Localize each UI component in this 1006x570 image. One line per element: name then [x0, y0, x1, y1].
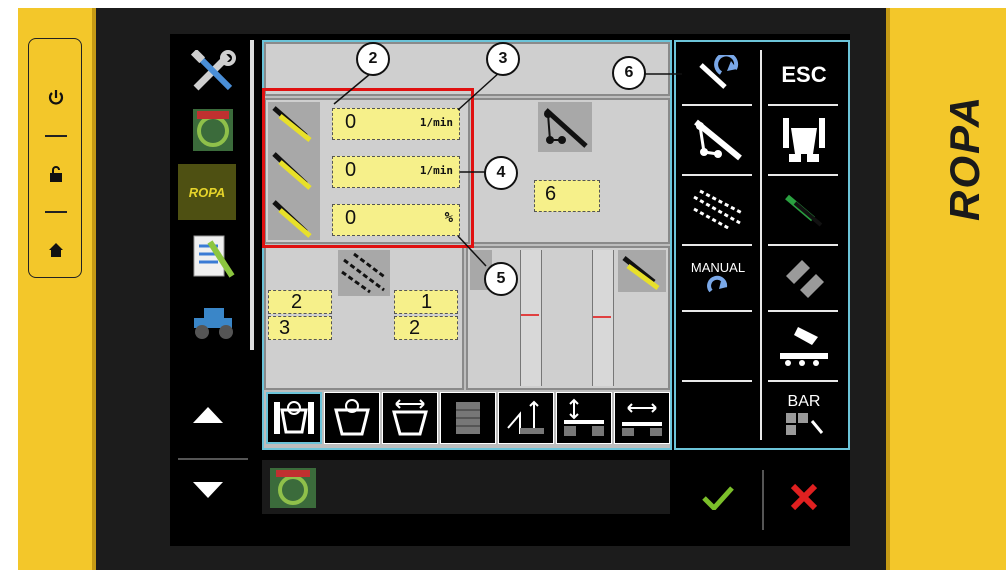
tab-track-width[interactable]	[614, 392, 670, 444]
reverse-cleaner-button[interactable]	[682, 48, 754, 102]
tractor-button[interactable]	[178, 296, 248, 348]
triangle-down-icon	[193, 482, 223, 498]
track-width-icon	[622, 403, 662, 436]
width-arrows-icon	[392, 399, 428, 436]
status-steering-icon-wrap	[268, 466, 326, 510]
height-arrows-icon	[564, 398, 604, 436]
cleaning-rolls-button[interactable]	[682, 178, 754, 240]
power-icon	[48, 90, 64, 105]
ropa-logo-button[interactable]: ROPA	[178, 164, 236, 220]
topper-center-icon	[274, 401, 314, 434]
tools-button[interactable]	[178, 42, 248, 102]
triangle-up-icon	[193, 407, 223, 423]
divider	[682, 174, 752, 176]
tab-depth[interactable]	[498, 392, 554, 444]
reverse-cleaner-icon	[699, 55, 739, 89]
callout-4: 4	[484, 156, 518, 190]
row-a-bottom-value: 3	[279, 317, 291, 339]
callout-5: 5	[484, 262, 518, 296]
callout-6-leader	[644, 73, 682, 75]
crosshatch-icon	[786, 260, 824, 298]
topper-icon	[334, 399, 370, 436]
conveyor-button[interactable]	[768, 316, 840, 376]
manual-label: MANUAL	[690, 259, 746, 275]
divider	[768, 104, 838, 106]
divider	[762, 470, 764, 530]
divider	[760, 50, 762, 440]
callout-2: 2	[356, 42, 390, 76]
topper-button-icon	[783, 118, 825, 162]
row-a-bottom-field[interactable]: 3	[268, 316, 332, 340]
steering-wheel-icon	[270, 468, 316, 508]
elevator-button[interactable]	[682, 108, 754, 170]
separator	[178, 458, 248, 460]
bar-button[interactable]: BAR	[768, 384, 840, 444]
tab-topper-center[interactable]	[266, 392, 322, 444]
bar-label: BAR	[787, 393, 821, 410]
divider	[768, 310, 838, 312]
tab-height[interactable]	[556, 392, 612, 444]
separator	[45, 211, 67, 213]
row-b-bottom-field[interactable]: 2	[394, 316, 458, 340]
close-icon	[790, 483, 818, 511]
tab-grid[interactable]	[440, 392, 496, 444]
callout-3: 3	[486, 42, 520, 76]
manual-reverse-button[interactable]: MANUAL	[682, 248, 754, 306]
divider	[682, 244, 752, 246]
confirm-button[interactable]	[682, 466, 754, 528]
depth-icon	[507, 400, 544, 434]
divider	[674, 448, 850, 450]
checklist-button[interactable]	[178, 226, 248, 286]
home-button[interactable]	[29, 225, 83, 275]
tools-icon	[190, 50, 236, 91]
divider	[682, 104, 752, 106]
unlock-icon	[50, 166, 62, 182]
green-roller-icon	[785, 194, 823, 227]
divider	[674, 40, 676, 450]
cleaning-rolls-icon	[693, 189, 743, 229]
ropa-logo: ROPA	[188, 184, 226, 200]
bar-icon	[786, 413, 824, 435]
checkmark-icon	[702, 486, 734, 510]
steering-button[interactable]	[178, 102, 248, 158]
divider	[768, 174, 838, 176]
row-b-bottom-value: 2	[409, 317, 421, 339]
left-rail	[18, 8, 96, 570]
conveyor-icon	[780, 327, 828, 366]
divider	[682, 310, 752, 312]
divider	[768, 380, 838, 382]
scroll-down-button[interactable]	[178, 470, 238, 510]
divider	[768, 244, 838, 246]
right-level-marker	[593, 316, 611, 318]
callout-6: 6	[612, 56, 646, 90]
crosshatch-button[interactable]	[768, 248, 840, 306]
scroll-up-button[interactable]	[178, 395, 238, 435]
left-level-marker	[521, 314, 539, 316]
esc-button[interactable]: ESC	[768, 48, 840, 102]
reverse-arrow-icon	[707, 275, 728, 292]
topper-button[interactable]	[768, 108, 840, 170]
power-button[interactable]	[29, 73, 83, 123]
tractor-icon	[194, 308, 233, 339]
checklist-icon	[193, 235, 235, 278]
tab-width[interactable]	[382, 392, 438, 444]
hardkey-group	[28, 38, 82, 278]
tab-topper[interactable]	[324, 392, 380, 444]
cancel-button[interactable]	[768, 466, 840, 528]
grid-icon	[456, 402, 480, 434]
callout-leader-lines	[333, 71, 501, 267]
elevator-button-icon	[694, 119, 742, 161]
left-column-scrollbar[interactable]	[250, 40, 254, 350]
steering-wheel-icon	[193, 109, 233, 151]
divider	[848, 40, 850, 450]
separator	[45, 135, 67, 137]
divider	[674, 40, 850, 42]
green-roller-button[interactable]	[768, 178, 840, 240]
divider	[682, 380, 752, 382]
unlock-button[interactable]	[29, 149, 83, 199]
home-icon	[49, 243, 63, 257]
brand-side-text: ROPA	[941, 94, 988, 222]
